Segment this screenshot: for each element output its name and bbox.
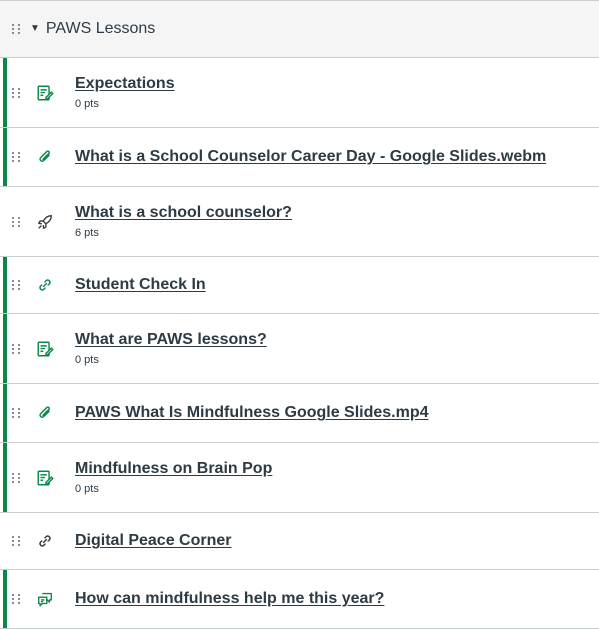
module-item-title-link[interactable]: What is a School Counselor Career Day - … [75, 148, 546, 166]
drag-handle-icon[interactable] [12, 341, 22, 357]
module-item[interactable]: Expectations 0 pts [0, 58, 599, 128]
module-item[interactable]: How can mindfulness help me this year? [0, 570, 599, 629]
module-item-content: What are PAWS lessons? 0 pts [75, 331, 267, 366]
module-item-content: Digital Peace Corner [75, 532, 232, 550]
link-icon [35, 275, 55, 295]
quiz-rocket-icon [35, 212, 55, 232]
module-item-points: 0 pts [75, 354, 99, 366]
drag-handle-icon[interactable] [12, 591, 22, 607]
module-item-content: What is a School Counselor Career Day - … [75, 148, 546, 166]
module-title: PAWS Lessons [45, 20, 156, 37]
caret-down-icon[interactable]: ▼ [30, 24, 40, 34]
module-item[interactable]: What is a School Counselor Career Day - … [0, 128, 599, 187]
attachment-icon [35, 403, 55, 423]
module-item-title-link[interactable]: What is a school counselor? [75, 204, 292, 222]
drag-handle-icon[interactable] [12, 470, 22, 486]
module-item[interactable]: What are PAWS lessons? 0 pts [0, 314, 599, 384]
module-items-list: Expectations 0 pts What is a School Counse… [0, 58, 599, 629]
drag-handle-icon[interactable] [12, 21, 22, 37]
module-item[interactable]: What is a school counselor? 6 pts [0, 187, 599, 257]
drag-handle-icon[interactable] [12, 533, 22, 549]
module-header[interactable]: ▼ PAWS Lessons [0, 0, 599, 58]
assignment-icon [35, 468, 55, 488]
drag-handle-icon[interactable] [12, 405, 22, 421]
module-item-content: How can mindfulness help me this year? [75, 590, 384, 608]
module-item-points: 0 pts [75, 98, 99, 110]
link-icon [35, 531, 55, 551]
module-item-content: PAWS What Is Mindfulness Google Slides.m… [75, 404, 429, 422]
module-item-content: What is a school counselor? 6 pts [75, 204, 292, 239]
drag-handle-icon[interactable] [12, 85, 22, 101]
drag-handle-icon[interactable] [12, 149, 22, 165]
module-item-title-link[interactable]: Expectations [75, 75, 175, 93]
attachment-icon [35, 147, 55, 167]
drag-handle-icon[interactable] [12, 214, 22, 230]
module-item-points: 6 pts [75, 227, 99, 239]
module-item-title-link[interactable]: Mindfulness on Brain Pop [75, 460, 272, 478]
module-item-title-link[interactable]: Student Check In [75, 276, 206, 294]
assignment-icon [35, 339, 55, 359]
module-item-title-link[interactable]: How can mindfulness help me this year? [75, 590, 384, 608]
module-item-title-link[interactable]: PAWS What Is Mindfulness Google Slides.m… [75, 404, 429, 422]
module-item-title-link[interactable]: What are PAWS lessons? [75, 331, 267, 349]
drag-handle-icon[interactable] [12, 277, 22, 293]
discussion-icon [35, 589, 55, 609]
module-item[interactable]: Student Check In [0, 257, 599, 314]
module-item-content: Mindfulness on Brain Pop 0 pts [75, 460, 272, 495]
module-item[interactable]: Digital Peace Corner [0, 513, 599, 570]
module-item[interactable]: Mindfulness on Brain Pop 0 pts [0, 443, 599, 513]
module-item-points: 0 pts [75, 483, 99, 495]
module: ▼ PAWS Lessons Expectations 0 pts What is … [0, 0, 599, 629]
module-item-content: Student Check In [75, 276, 206, 294]
module-item[interactable]: PAWS What Is Mindfulness Google Slides.m… [0, 384, 599, 443]
module-item-content: Expectations 0 pts [75, 75, 175, 110]
module-item-title-link[interactable]: Digital Peace Corner [75, 532, 232, 550]
assignment-icon [35, 83, 55, 103]
